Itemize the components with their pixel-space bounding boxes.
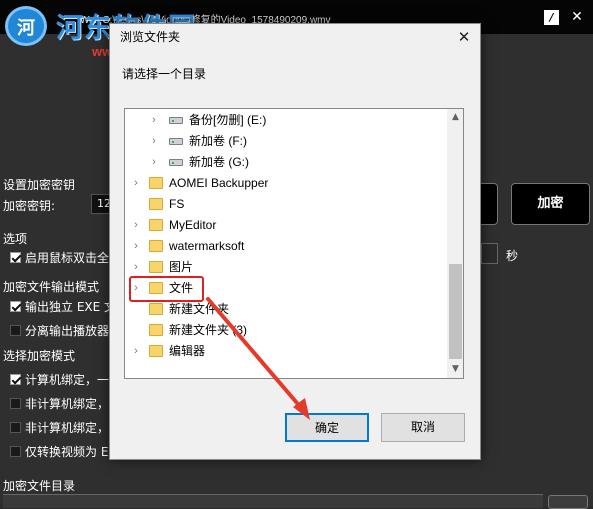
chevron-right-icon[interactable]: › xyxy=(149,110,159,131)
folder-icon xyxy=(149,198,163,210)
tree-item-label: 新加卷 (G:) xyxy=(189,155,249,169)
drive-icon xyxy=(169,117,183,124)
mode-bind-label: 计算机绑定，一 xyxy=(25,373,110,387)
mode-nonbind-1[interactable]: 非计算机绑定， xyxy=(10,395,109,412)
seconds-input[interactable] xyxy=(481,243,498,264)
checkbox-mode-nonbind-1[interactable] xyxy=(10,398,21,409)
drive-icon xyxy=(169,138,183,145)
seconds-label: 秒 xyxy=(506,249,519,263)
edit-icon[interactable]: / xyxy=(544,10,559,25)
chevron-right-icon[interactable]: › xyxy=(149,152,159,173)
option-dblclick-label: 启用鼠标双击全 xyxy=(25,251,110,265)
tree-item-label: watermarksoft xyxy=(169,239,245,253)
folder-icon xyxy=(149,240,163,252)
folder-icon xyxy=(149,261,163,273)
chevron-right-icon[interactable]: › xyxy=(131,341,141,362)
mode-bind[interactable]: 计算机绑定，一 xyxy=(10,371,109,388)
chevron-right-icon[interactable]: › xyxy=(131,236,141,257)
folder-icon xyxy=(149,219,163,231)
dialog-title: 浏览文件夹 xyxy=(120,30,181,44)
tree-item-label: 备份[勿删] (E:) xyxy=(189,113,267,127)
chevron-right-icon[interactable]: › xyxy=(131,173,141,194)
checkbox-dblclick[interactable] xyxy=(10,252,21,263)
section-key: 设置加密密钥 xyxy=(3,178,76,192)
scroll-down-icon[interactable]: ▼ xyxy=(447,361,463,378)
scrollbar-thumb[interactable] xyxy=(449,264,462,359)
key-input[interactable]: 12 xyxy=(91,194,111,214)
close-icon[interactable]: ✕ xyxy=(568,8,586,26)
encrypt-button[interactable]: 加密 xyxy=(511,183,590,225)
tree-item-label: 新建文件夹 (3) xyxy=(169,323,248,337)
checkbox-mode-nonbind-2[interactable] xyxy=(10,422,21,433)
chevron-right-icon[interactable]: › xyxy=(149,131,159,152)
output-player-label: 分离输出播放器 xyxy=(25,324,110,338)
drive-icon xyxy=(169,159,183,166)
dialog-prompt: 请选择一个目录 xyxy=(122,67,207,81)
checkbox-output-exe[interactable] xyxy=(10,301,21,312)
mode-nonbind-1-label: 非计算机绑定， xyxy=(25,397,110,411)
tree-item-label: 新加卷 (F:) xyxy=(189,134,247,148)
mode-convert-label: 仅转换视频为 EX xyxy=(25,445,117,459)
folder-icon xyxy=(149,324,163,336)
watermark-logo-icon: 河 xyxy=(5,6,47,46)
tree-item-label: 编辑器 xyxy=(169,344,206,358)
folder-tree[interactable]: › 备份[勿删] (E:) › 新加卷 (F:) › 新加卷 (G:) › AOMEI … xyxy=(124,108,464,379)
ok-button[interactable]: 确定 xyxy=(285,413,369,442)
tree-scrollbar[interactable]: ▲ ▼ xyxy=(447,109,463,378)
chevron-right-icon[interactable]: › xyxy=(131,257,141,278)
browse-button[interactable] xyxy=(548,495,588,509)
checkbox-mode-convert[interactable] xyxy=(10,446,21,457)
selection-highlight-box xyxy=(129,276,204,302)
cancel-button[interactable]: 取消 xyxy=(381,413,465,442)
tree-item-label: AOMEI Backupper xyxy=(169,176,269,190)
section-mode: 选择加密模式 xyxy=(3,349,76,363)
section-dir: 加密文件目录 xyxy=(3,479,76,493)
chevron-right-icon[interactable]: › xyxy=(131,215,141,236)
section-output: 加密文件输出模式 xyxy=(3,280,100,294)
tree-item-label: FS xyxy=(169,197,185,211)
tree-item-label: 图片 xyxy=(169,260,194,274)
checkbox-mode-bind[interactable] xyxy=(10,374,21,385)
mode-nonbind-2[interactable]: 非计算机绑定， xyxy=(10,419,109,436)
option-dblclick[interactable]: 启用鼠标双击全 xyxy=(10,249,109,266)
mode-nonbind-2-label: 非计算机绑定， xyxy=(25,421,110,435)
folder-icon xyxy=(149,345,163,357)
mode-convert[interactable]: 仅转换视频为 EX xyxy=(10,443,117,460)
output-exe-label: 输出独立 EXE 文 xyxy=(25,300,117,314)
section-options: 选项 xyxy=(3,232,28,246)
tree-item-label: MyEditor xyxy=(169,218,217,232)
checkbox-output-player[interactable] xyxy=(10,325,21,336)
folder-icon xyxy=(149,177,163,189)
key-label: 加密密钥: xyxy=(3,199,56,213)
output-player[interactable]: 分离输出播放器 xyxy=(10,322,109,339)
dialog-close-icon[interactable]: ✕ xyxy=(451,26,477,48)
output-exe[interactable]: 输出独立 EXE 文 xyxy=(10,298,116,315)
tree-item-label: 新建文件夹 xyxy=(169,302,230,316)
folder-icon xyxy=(149,303,163,315)
scroll-up-icon[interactable]: ▲ xyxy=(447,109,463,126)
browse-folder-dialog: 浏览文件夹 ✕ 请选择一个目录 › 备份[勿删] (E:) › 新加卷 (F:) ›… xyxy=(109,23,481,460)
